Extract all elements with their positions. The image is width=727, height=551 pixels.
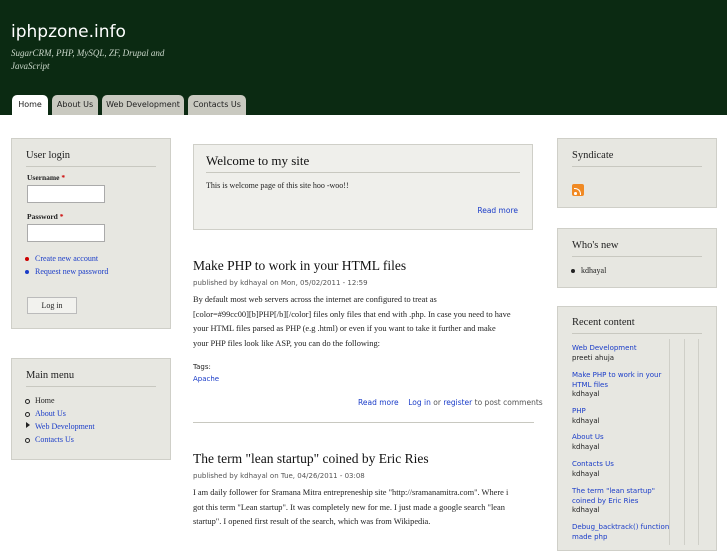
menu-item-home[interactable]: Home [35, 396, 55, 405]
login-button[interactable]: Log in [27, 297, 77, 314]
menu-item-about-us[interactable]: About Us [35, 409, 66, 418]
post-body-line: I am daily follower for Sramana Mitra en… [193, 488, 509, 497]
login-link[interactable]: Log in [408, 398, 431, 407]
divider [26, 166, 156, 167]
welcome-block: Welcome to my site This is welcome page … [193, 144, 533, 230]
site-name[interactable]: iphpzone.info [11, 22, 126, 42]
welcome-text: This is welcome page of this site hoo -w… [206, 181, 349, 190]
welcome-read-more-link[interactable]: Read more [477, 206, 518, 215]
welcome-title: Welcome to my site [206, 153, 310, 168]
recent-item: Make PHP to work in your HTML files kdha… [572, 371, 670, 400]
post-body-line: By default most web servers across the i… [193, 295, 437, 304]
menu-bullet [25, 399, 30, 404]
recent-item-author: kdhayal [572, 506, 600, 514]
tab-home[interactable]: Home [12, 95, 48, 115]
recent-item: The term "lean startup" coined by Eric R… [572, 487, 670, 516]
post-title[interactable]: The term "lean startup" coined by Eric R… [193, 451, 429, 467]
recent-item-title[interactable]: PHP [572, 407, 586, 415]
collapsed-arrow-icon[interactable] [26, 422, 30, 428]
username-input[interactable] [27, 185, 105, 203]
recent-item-title[interactable]: Make PHP to work in your HTML files [572, 371, 661, 389]
site-header: iphpzone.info SugarCRM, PHP, MySQL, ZF, … [0, 0, 727, 115]
tab-about-us[interactable]: About Us [52, 95, 98, 115]
menu-item-web-development[interactable]: Web Development [35, 422, 95, 431]
post-body-line: [color=#99cc00][b]PHP[/b][/color] files … [193, 309, 511, 319]
whos-new-title: Who's new [572, 240, 619, 251]
recent-item-author: kdhayal [572, 416, 600, 425]
syndicate-block: Syndicate [557, 138, 717, 208]
divider [572, 166, 702, 167]
recent-item-author: kdhayal [572, 442, 600, 451]
post-body-line: your PHP files look like ASP, you can do… [193, 338, 380, 348]
read-more-link[interactable]: Read more [358, 398, 399, 407]
recent-item: Contacts Us kdhayal [572, 460, 670, 479]
recent-item-title[interactable]: Web Development [572, 344, 637, 352]
column-divider [684, 339, 685, 545]
divider [572, 333, 702, 334]
column-divider [698, 339, 699, 545]
recent-item-title[interactable]: The term "lean startup" coined by Eric R… [572, 487, 655, 505]
list-bullet [571, 269, 575, 273]
post-meta: published by kdhayal on Mon, 05/02/2011 … [193, 279, 368, 287]
recent-item-author: preeti ahuja [572, 353, 615, 362]
main-menu-title: Main menu [26, 370, 75, 381]
menu-bullet [25, 438, 30, 443]
divider [26, 386, 156, 387]
tab-web-development[interactable]: Web Development [102, 95, 184, 115]
rss-feed-icon[interactable] [572, 184, 584, 196]
password-label: Password * [27, 212, 64, 221]
recent-item-author: kdhayal [572, 390, 600, 398]
post-meta: published by kdhayal on Tue, 04/26/2011 … [193, 472, 365, 480]
user-link[interactable]: kdhayal [581, 266, 606, 275]
post-body: I am daily follower for Sramana Mitra en… [193, 486, 535, 530]
post-links: Read more Log in or register to post com… [358, 398, 543, 407]
recent-item-author: kdhayal [572, 469, 600, 478]
recent-item: Web Development preeti ahuja [572, 344, 670, 363]
syndicate-title: Syndicate [572, 150, 614, 161]
recent-item-title[interactable]: Debug_backtrack() function made php [572, 523, 669, 541]
register-link[interactable]: register [443, 398, 472, 407]
menu-bullet [25, 412, 30, 417]
create-account-link[interactable]: Create new account [35, 254, 98, 263]
recent-item-title[interactable]: About Us [572, 433, 604, 441]
post-body-line: got this term "Lean startup". It was com… [193, 502, 505, 512]
username-label: Username * [27, 173, 66, 182]
list-bullet [25, 257, 29, 261]
main-menu-block: Main menu Home About Us Web Development … [11, 358, 171, 460]
recent-item-title[interactable]: Contacts Us [572, 460, 614, 468]
tags-label: Tags: [193, 363, 211, 371]
request-password-link[interactable]: Request new password [35, 267, 108, 276]
recent-item: PHP kdhayal [572, 407, 670, 426]
post-title[interactable]: Make PHP to work in your HTML files [193, 258, 406, 274]
divider [193, 422, 534, 423]
whos-new-block: Who's new kdhayal [557, 228, 717, 288]
tag-apache-link[interactable]: Apache [193, 375, 219, 383]
post-body-line: your HTML files parsed as PHP (e.g .html… [193, 324, 496, 333]
divider [572, 256, 702, 257]
site-slogan: SugarCRM, PHP, MySQL, ZF, Drupal and Jav… [11, 48, 165, 71]
list-bullet [25, 270, 29, 274]
or-text: or [433, 398, 441, 407]
recent-item: Debug_backtrack() function made php [572, 523, 670, 542]
password-input[interactable] [27, 224, 105, 242]
user-login-block: User login Username * Password * Create … [11, 138, 171, 329]
post-body-line: startup". I opened first result of the s… [193, 517, 431, 526]
user-login-title: User login [26, 150, 71, 161]
recent-item: About Us kdhayal [572, 433, 670, 452]
post-body: By default most web servers across the i… [193, 293, 535, 351]
tab-contacts-us[interactable]: Contacts Us [188, 95, 246, 115]
post-comments-text: to post comments [474, 398, 543, 407]
recent-content-title: Recent content [572, 317, 635, 328]
menu-item-contacts-us[interactable]: Contacts Us [35, 435, 74, 444]
divider [206, 172, 520, 173]
